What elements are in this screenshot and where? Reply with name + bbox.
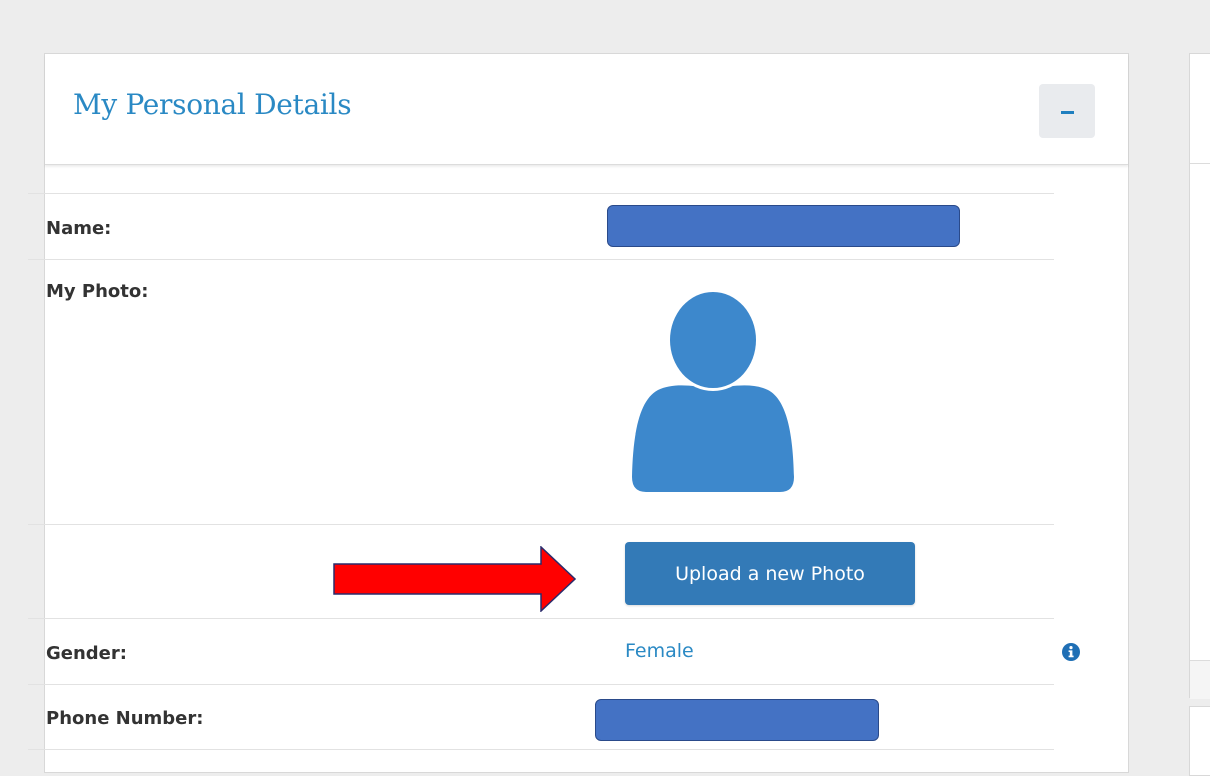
row-divider xyxy=(28,749,1054,750)
row-divider xyxy=(28,524,1054,525)
phone-value-redacted xyxy=(595,699,879,741)
info-circle-icon[interactable] xyxy=(1062,643,1080,661)
row-divider xyxy=(28,618,1054,619)
phone-label: Phone Number: xyxy=(46,708,204,729)
row-divider xyxy=(28,193,1054,194)
adjacent-panel-footer xyxy=(1190,660,1210,699)
name-value-redacted xyxy=(607,205,960,247)
upload-photo-button[interactable]: Upload a new Photo xyxy=(625,542,915,605)
row-divider xyxy=(28,259,1054,260)
panel-header: My Personal Details xyxy=(45,54,1128,165)
adjacent-panel xyxy=(1189,53,1210,699)
collapse-button[interactable] xyxy=(1039,84,1095,138)
name-label: Name: xyxy=(46,218,112,239)
row-divider xyxy=(28,684,1054,685)
gender-value-link[interactable]: Female xyxy=(625,640,694,662)
user-silhouette-icon xyxy=(632,289,794,492)
minus-icon xyxy=(1061,111,1074,114)
adjacent-panel-lower xyxy=(1189,706,1210,776)
adjacent-panel-header-divider xyxy=(1190,163,1210,164)
photo-label: My Photo: xyxy=(46,281,149,302)
personal-details-panel: My Personal Details xyxy=(44,53,1129,773)
gender-label: Gender: xyxy=(46,643,127,664)
panel-title: My Personal Details xyxy=(73,88,352,121)
red-arrow-annotation xyxy=(333,546,576,612)
